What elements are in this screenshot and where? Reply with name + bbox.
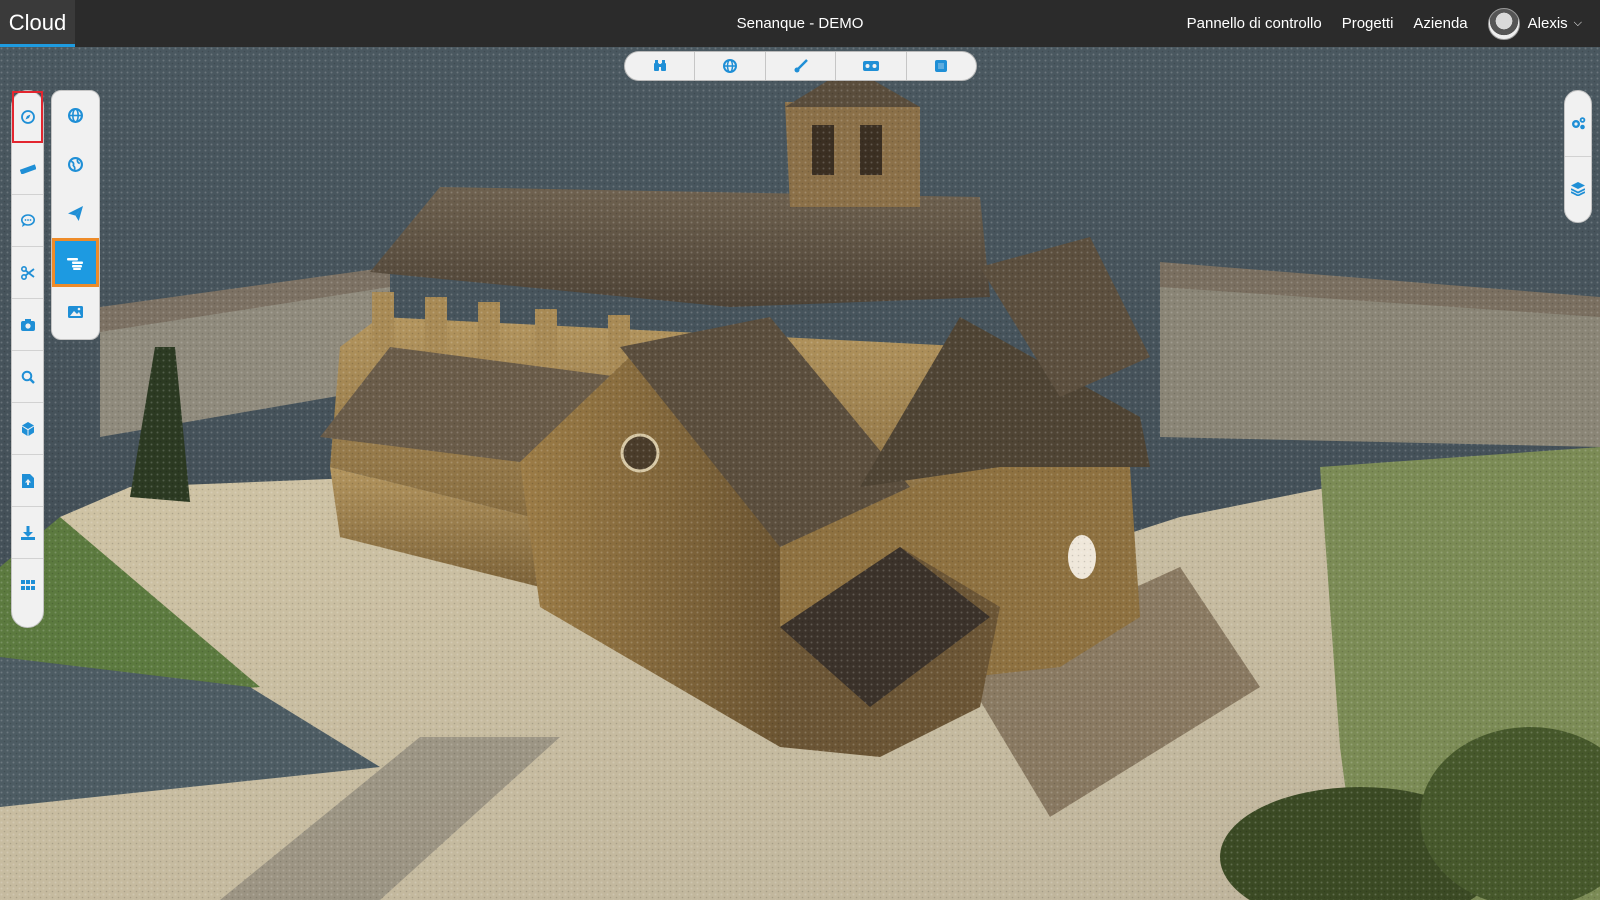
globe-icon[interactable]	[695, 52, 766, 80]
avatar	[1487, 7, 1520, 40]
square-icon[interactable]	[907, 52, 976, 80]
cube-icon[interactable]	[12, 403, 43, 455]
paper-plane-icon[interactable]	[52, 189, 99, 238]
vr-headset-icon[interactable]	[836, 52, 907, 80]
comment-icon[interactable]	[12, 195, 43, 247]
top-navigation: Pannello di controllo Progetti Azienda A…	[1167, 0, 1582, 47]
nav-projects-link[interactable]: Progetti	[1342, 15, 1394, 32]
point-cloud-viewport[interactable]	[0, 47, 1600, 900]
right-sidebar	[1564, 90, 1592, 223]
nav-dashboard-link[interactable]: Pannello di controllo	[1187, 15, 1322, 32]
search-icon[interactable]	[12, 351, 43, 403]
earth-icon[interactable]	[52, 140, 99, 189]
app-logo[interactable]: Cloud	[0, 0, 75, 47]
top-bar: Cloud Senanque - DEMO Pannello di contro…	[0, 0, 1600, 47]
navigation-submenu	[51, 90, 100, 340]
chevron-down-icon: ⌵	[1573, 17, 1582, 29]
ruler-icon[interactable]	[12, 143, 43, 195]
binoculars-icon[interactable]	[625, 52, 696, 80]
brush-icon[interactable]	[766, 52, 837, 80]
image-icon[interactable]	[52, 287, 99, 336]
globe-icon[interactable]	[52, 91, 99, 140]
tools-sidebar	[11, 90, 44, 628]
grid-icon[interactable]	[12, 559, 43, 611]
point-cloud-scene	[0, 47, 1600, 900]
layers-icon[interactable]	[1565, 156, 1591, 221]
compass-icon[interactable]	[12, 91, 43, 143]
settings-gears-icon[interactable]	[1565, 91, 1591, 155]
user-name: Alexis	[1527, 15, 1568, 32]
view-mode-toolbar	[624, 51, 977, 81]
hand-pointer-icon[interactable]	[52, 238, 99, 287]
scissors-icon[interactable]	[12, 247, 43, 299]
download-icon[interactable]	[12, 507, 43, 559]
file-upload-icon[interactable]	[12, 455, 43, 507]
nav-company-link[interactable]: Azienda	[1413, 15, 1467, 32]
user-menu[interactable]: Alexis ⌵	[1487, 7, 1582, 40]
camera-icon[interactable]	[12, 299, 43, 351]
